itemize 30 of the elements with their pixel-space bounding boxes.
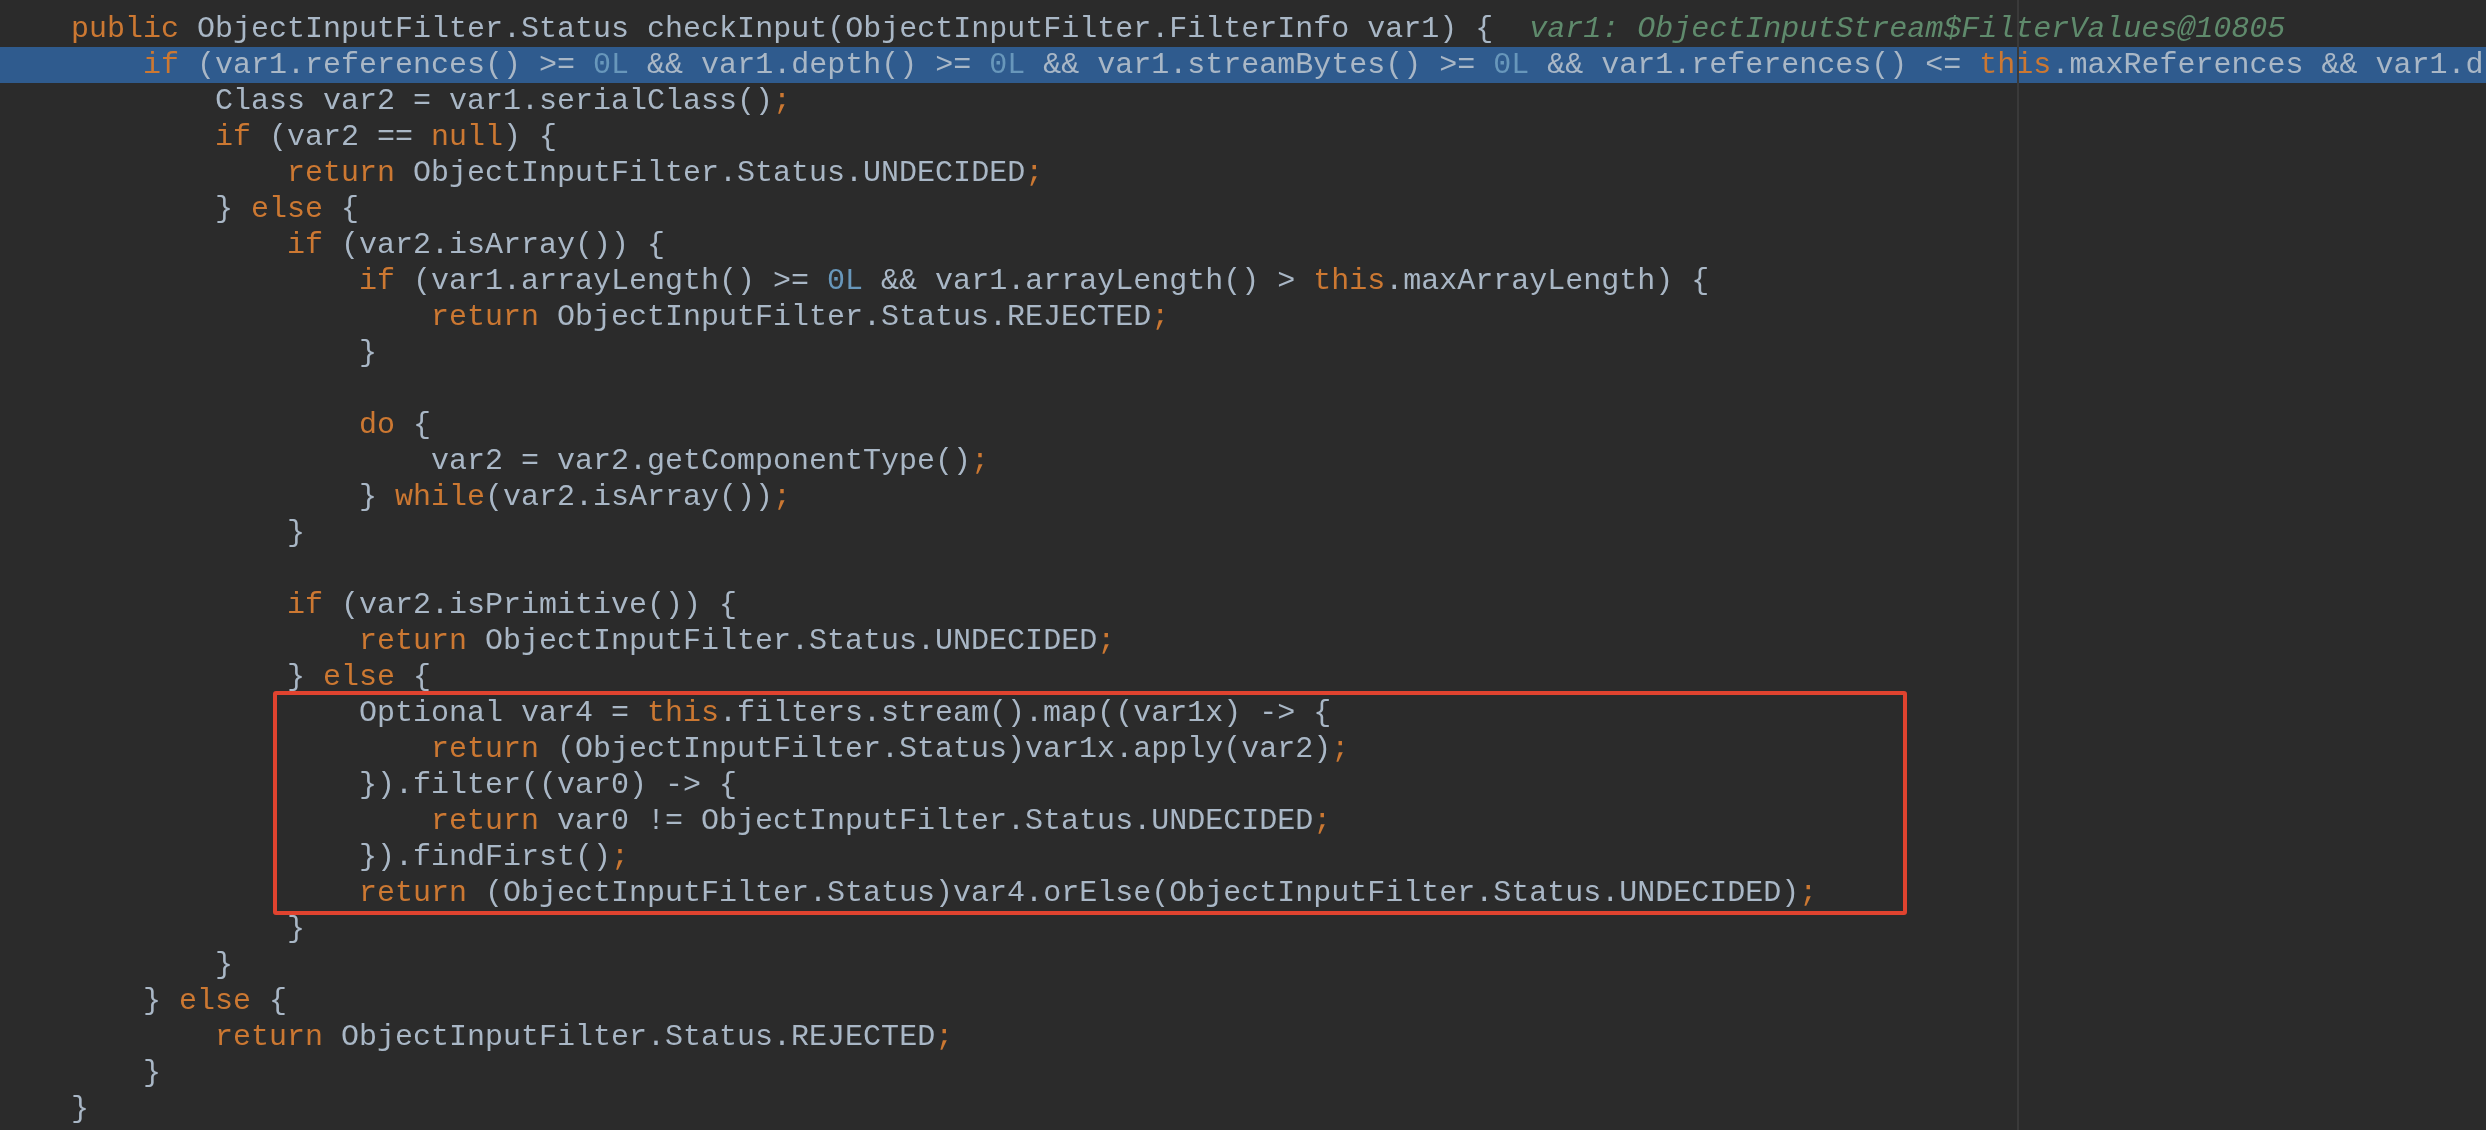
code-line: }	[215, 947, 233, 983]
code-line: } while(var2.isArray());	[359, 479, 792, 515]
code-line: Optional var4 = this.filters.stream().map((var1x) -> {	[359, 695, 1332, 731]
code-line: return (ObjectInputFilter.Status)var4.orElse(ObjectInputFilter.Status.UNDECIDED);	[359, 875, 1818, 911]
code-line: }	[143, 1055, 161, 1091]
code-line: public ObjectInputFilter.Status checkInput(ObjectInputFilter.FilterInfo var1) {	[71, 11, 1494, 47]
code-line: if (var2.isPrimitive()) {	[287, 587, 738, 623]
code-line: }	[287, 515, 305, 551]
code-line: if (var1.arrayLength() >= 0L && var1.arrayLength() > this.maxArrayLength) {	[359, 263, 1710, 299]
code-line: if (var2 == null) {	[215, 119, 558, 155]
code-line: var2 = var2.getComponentType();	[431, 443, 990, 479]
code-line: Class var2 = var1.serialClass();	[215, 83, 792, 119]
code-line: }).findFirst();	[359, 839, 630, 875]
code-line: if (var1.references() >= 0L && var1.depth() >= 0L && var1.streamBytes() >= 0L && var1.references() <= this.maxReferences && var1.d	[143, 47, 2484, 83]
code-line: }	[359, 335, 377, 371]
code-line: return ObjectInputFilter.Status.REJECTED;	[431, 299, 1170, 335]
code-line: return ObjectInputFilter.Status.REJECTED;	[215, 1019, 954, 1055]
code-line: return ObjectInputFilter.Status.UNDECIDED;	[287, 155, 1044, 191]
code-line: return ObjectInputFilter.Status.UNDECIDED;	[359, 623, 1116, 659]
code-line: return (ObjectInputFilter.Status)var1x.apply(var2);	[431, 731, 1350, 767]
code-line: } else {	[215, 191, 360, 227]
code-line: } else {	[143, 983, 288, 1019]
code-line: if (var2.isArray()) {	[287, 227, 666, 263]
code-line: do {	[359, 407, 432, 443]
code-line: }	[287, 911, 305, 947]
code-line: }).filter((var0) -> {	[359, 767, 738, 803]
code-line: } else {	[287, 659, 432, 695]
code-line: return var0 != ObjectInputFilter.Status.UNDECIDED;	[431, 803, 1332, 839]
inline-value-hint: var1: ObjectInputStream$FilterValues@10805	[1529, 11, 2286, 47]
code-line: }	[71, 1091, 89, 1127]
